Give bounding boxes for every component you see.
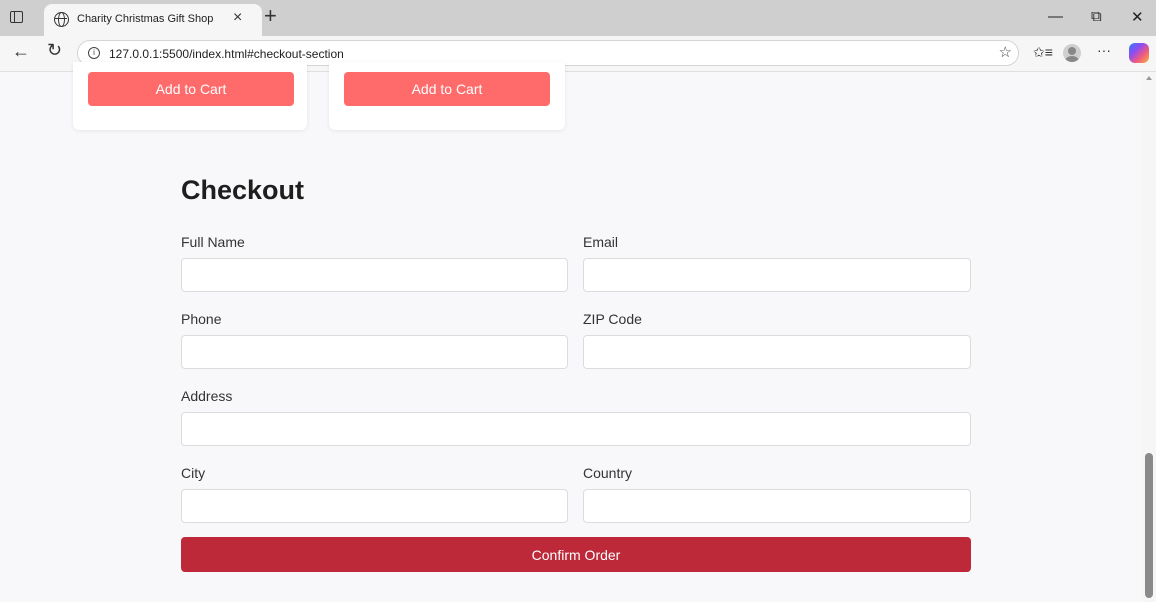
url-text[interactable]: 127.0.0.1:5500/index.html#checkout-secti… bbox=[109, 47, 344, 61]
browser-tab[interactable]: Charity Christmas Gift Shop × bbox=[44, 4, 262, 36]
browser-title-bar: Charity Christmas Gift Shop × + — ⧉ ✕ bbox=[0, 0, 1156, 36]
close-window-button[interactable]: ✕ bbox=[1131, 8, 1144, 26]
tab-title: Charity Christmas Gift Shop bbox=[77, 13, 214, 25]
favorites-icon[interactable]: ✩≡ bbox=[1033, 44, 1053, 61]
country-label: Country bbox=[583, 465, 633, 481]
page-viewport: Add to Cart Add to Cart Checkout Full Na… bbox=[9, 62, 1142, 602]
city-label: City bbox=[181, 465, 206, 481]
zip-code-label: ZIP Code bbox=[583, 311, 642, 327]
new-tab-button[interactable]: + bbox=[264, 3, 277, 29]
globe-icon bbox=[54, 12, 69, 27]
product-card: Add to Cart bbox=[73, 62, 307, 130]
sidebar-toggle-icon[interactable] bbox=[10, 11, 23, 23]
phone-input[interactable] bbox=[181, 335, 568, 369]
copilot-icon[interactable] bbox=[1129, 43, 1149, 63]
checkout-title: Checkout bbox=[181, 175, 305, 205]
confirm-order-button[interactable]: Confirm Order bbox=[181, 537, 971, 572]
restore-button[interactable]: ⧉ bbox=[1091, 8, 1102, 25]
phone-label: Phone bbox=[181, 311, 222, 327]
product-card: Add to Cart bbox=[329, 62, 565, 130]
add-to-cart-button[interactable]: Add to Cart bbox=[344, 72, 550, 106]
star-icon[interactable]: ☆ bbox=[999, 43, 1012, 61]
profile-avatar-icon[interactable] bbox=[1063, 44, 1081, 62]
address-label: Address bbox=[181, 388, 233, 404]
scroll-up-arrow-icon[interactable] bbox=[1146, 76, 1152, 80]
email-input[interactable] bbox=[583, 258, 971, 292]
country-input[interactable] bbox=[583, 489, 971, 523]
city-input[interactable] bbox=[181, 489, 568, 523]
zip-code-input[interactable] bbox=[583, 335, 971, 369]
full-name-input[interactable] bbox=[181, 258, 568, 292]
address-input[interactable] bbox=[181, 412, 971, 446]
email-label: Email bbox=[583, 234, 619, 250]
minimize-button[interactable]: — bbox=[1048, 8, 1063, 25]
more-icon[interactable]: ··· bbox=[1097, 42, 1111, 58]
back-arrow-icon[interactable]: ← bbox=[12, 41, 30, 62]
info-icon[interactable]: i bbox=[88, 47, 100, 59]
full-name-label: Full Name bbox=[181, 234, 245, 250]
page-scrollbar[interactable] bbox=[1142, 72, 1156, 602]
add-to-cart-button[interactable]: Add to Cart bbox=[88, 72, 294, 106]
reload-icon[interactable]: ↻ bbox=[47, 40, 62, 61]
tab-close-icon[interactable]: × bbox=[233, 9, 242, 27]
scrollbar-thumb[interactable] bbox=[1145, 453, 1153, 598]
